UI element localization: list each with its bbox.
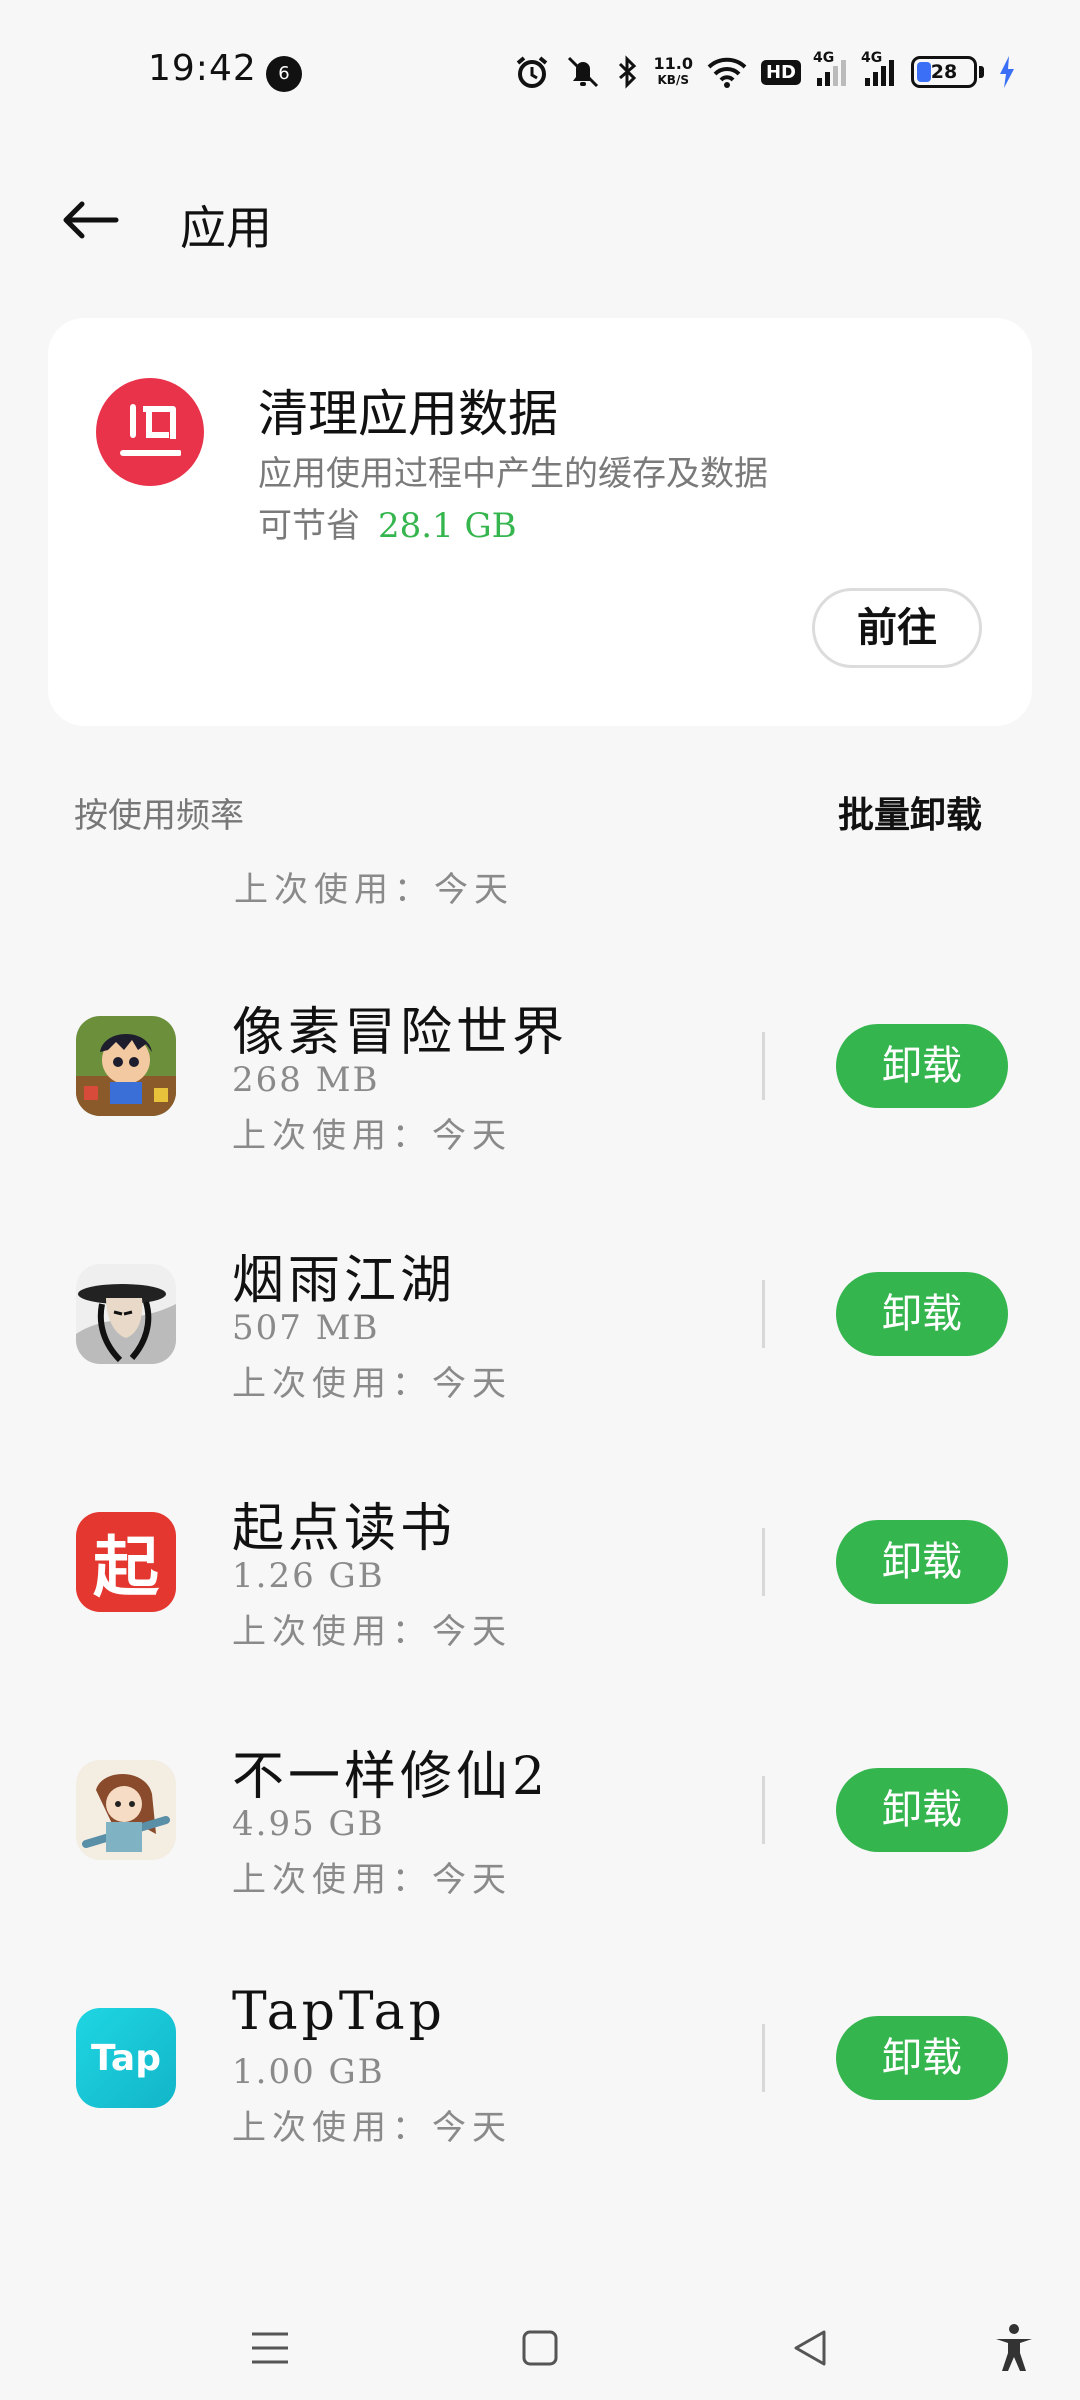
clean-app-data-card: 清理应用数据 应用使用过程中产生的缓存及数据 可节省 28.1 GB 前往 <box>48 318 1032 726</box>
app-last-used: 上次使用：今天 <box>232 2108 512 2148</box>
savings-prefix: 可节省 <box>258 506 360 546</box>
row-divider <box>762 1776 765 1844</box>
signal-icon: 4G <box>813 50 849 88</box>
menu-icon[interactable] <box>230 2308 310 2388</box>
arrow-left-icon <box>63 201 119 239</box>
uninstall-button[interactable]: 卸载 <box>836 1520 1008 1604</box>
app-last-used: 上次使用：今天 <box>232 1364 512 1404</box>
xiuxian-icon <box>76 1760 176 1860</box>
yanyu-jianghu-icon <box>76 1264 176 1364</box>
signal-label-2: 4G <box>861 50 883 66</box>
accessibility-icon[interactable] <box>974 2308 1054 2388</box>
taptap-icon: Tap <box>76 2008 176 2108</box>
net-speed-value: 11.0 <box>653 54 693 73</box>
mute-bell-icon <box>564 54 602 90</box>
sort-by-frequency[interactable]: 按使用频率 <box>74 788 244 837</box>
qidian-icon: 起 <box>76 1512 176 1612</box>
card-description: 应用使用过程中产生的缓存及数据 <box>258 454 768 494</box>
app-name: 像素冒险世界 <box>232 1003 569 1063</box>
list-item[interactable]: 像素冒险世界 268 MB 上次使用：今天 卸载 <box>0 960 1080 1208</box>
qidian-icon-text: 起 <box>93 1529 159 1606</box>
net-speed: 11.0 KB/S <box>654 55 693 89</box>
partial-item-last-used: 上次使用：今天 <box>234 870 514 910</box>
wifi-icon <box>707 56 747 88</box>
battery-icon: 28 <box>911 56 977 88</box>
card-title: 清理应用数据 <box>258 385 558 443</box>
app-last-used: 上次使用：今天 <box>232 1612 512 1652</box>
page-title: 应用 <box>180 201 272 255</box>
go-button[interactable]: 前往 <box>812 588 982 668</box>
app-name: 不一样修仙2 <box>232 1747 550 1807</box>
card-savings: 可节省 28.1 GB <box>258 498 517 547</box>
home-icon[interactable] <box>500 2308 580 2388</box>
uninstall-button[interactable]: 卸载 <box>836 1024 1008 1108</box>
net-speed-unit: KB/S <box>657 73 689 87</box>
list-item[interactable]: 起 起点读书 1.26 GB 上次使用：今天 卸载 <box>0 1456 1080 1704</box>
navigation-bar <box>0 2280 1080 2400</box>
signal-label: 4G <box>813 50 835 66</box>
pixel-adventure-icon <box>76 1016 176 1116</box>
page-header: 应用 <box>0 160 1080 280</box>
app-name: 起点读书 <box>232 1499 457 1559</box>
status-time: 19:42 <box>148 48 257 89</box>
back-icon[interactable] <box>770 2308 850 2388</box>
app-size: 1.00 GB <box>232 2052 385 2092</box>
row-divider <box>762 1280 765 1348</box>
app-size: 507 MB <box>232 1308 380 1348</box>
alarm-icon <box>514 54 550 90</box>
row-divider <box>762 1528 765 1596</box>
uninstall-button[interactable]: 卸载 <box>836 2016 1008 2100</box>
savings-amount: 28.1 GB <box>378 506 517 546</box>
row-divider <box>762 2024 765 2092</box>
app-last-used: 上次使用：今天 <box>232 1116 512 1156</box>
hd-label: HD <box>765 61 796 83</box>
app-size: 268 MB <box>232 1060 380 1100</box>
battery-level: 28 <box>930 61 958 83</box>
bluetooth-icon <box>616 54 640 90</box>
taptap-icon-text: Tap <box>91 2037 161 2079</box>
app-name: TapTap <box>232 1982 446 2042</box>
batch-uninstall-button[interactable]: 批量卸载 <box>838 786 982 838</box>
status-icons: 11.0 KB/S HD 4G 4G 28 <box>514 50 1017 94</box>
list-item[interactable]: 烟雨江湖 507 MB 上次使用：今天 卸载 <box>0 1208 1080 1456</box>
app-last-used: 上次使用：今天 <box>232 1860 512 1900</box>
status-bar: 19:42 6 11.0 KB/S HD 4G 4G 28 <box>0 0 1080 140</box>
app-size: 4.95 GB <box>232 1804 385 1844</box>
row-divider <box>762 1032 765 1100</box>
app-name: 烟雨江湖 <box>232 1251 457 1311</box>
charging-icon <box>998 55 1016 89</box>
uninstall-button[interactable]: 卸载 <box>836 1768 1008 1852</box>
uninstall-button[interactable]: 卸载 <box>836 1272 1008 1356</box>
signal-icon-2: 4G <box>861 50 897 88</box>
list-item[interactable]: 不一样修仙2 4.95 GB 上次使用：今天 卸载 <box>0 1704 1080 1952</box>
back-button[interactable] <box>60 190 132 250</box>
clean-data-icon <box>96 378 204 486</box>
hd-icon: HD <box>760 59 801 85</box>
list-item[interactable]: Tap TapTap 1.00 GB 上次使用：今天 卸载 <box>0 1952 1080 2200</box>
notification-count-badge: 6 <box>266 56 302 92</box>
app-size: 1.26 GB <box>232 1556 385 1596</box>
